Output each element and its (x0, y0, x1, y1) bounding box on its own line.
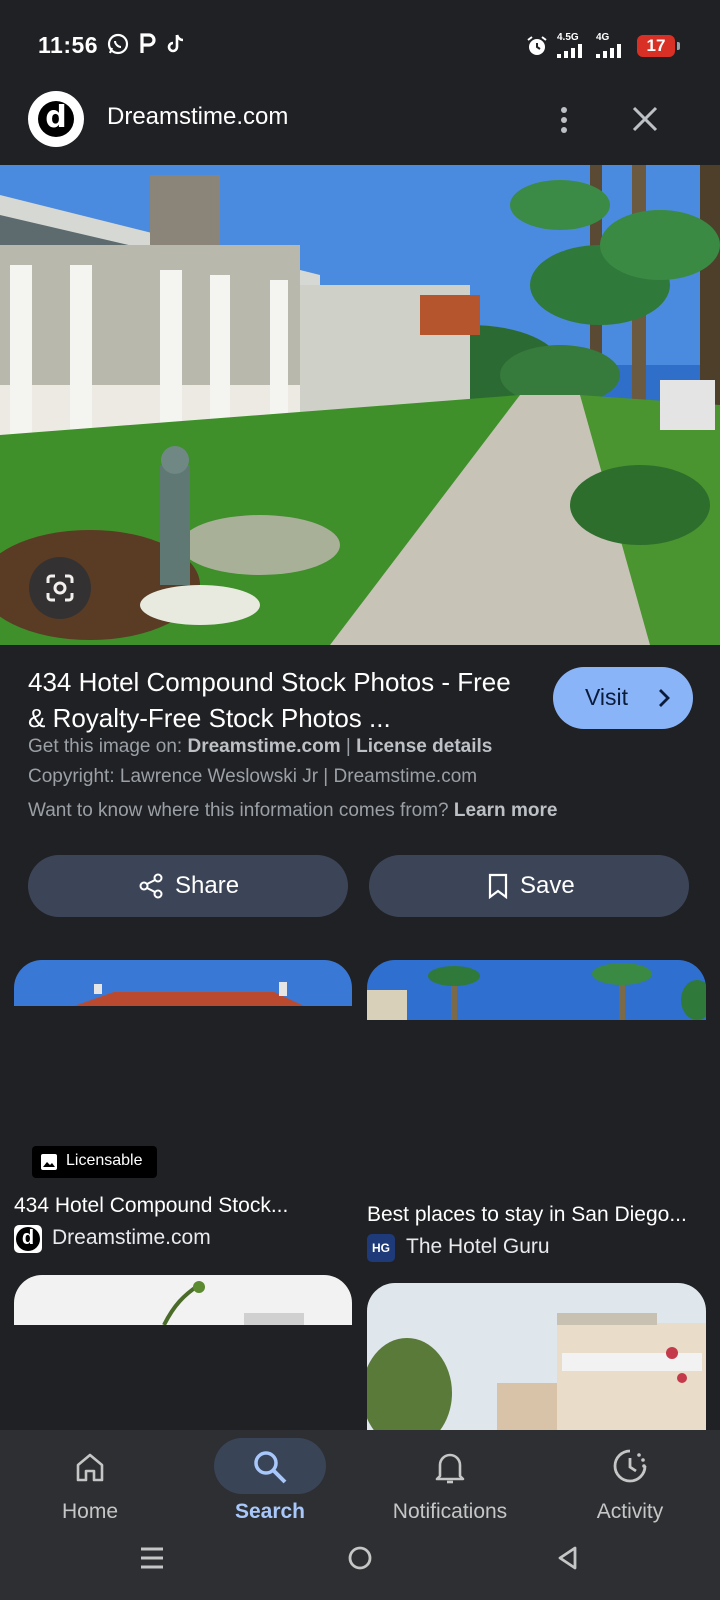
nav-home[interactable]: Home (0, 1430, 180, 1550)
copyright-text: Copyright: Lawrence Weslowski Jr | Dream… (28, 766, 478, 787)
battery-indicator: 17 (637, 35, 680, 57)
source-link[interactable]: Dreamstime.com (187, 736, 340, 757)
nav-search[interactable]: Search (180, 1430, 360, 1550)
more-options-icon[interactable] (552, 102, 576, 138)
share-label: Share (175, 872, 240, 899)
license-details-link[interactable]: License details (356, 736, 492, 757)
image-icon (41, 1154, 57, 1170)
related-title-1[interactable]: 434 Hotel Compound Stock... (14, 1194, 288, 1218)
bookmark-icon (488, 873, 508, 899)
tiktok-icon (167, 34, 184, 53)
related-image-3[interactable] (14, 1275, 352, 1325)
lens-icon (46, 574, 74, 602)
activity-icon (613, 1449, 647, 1483)
status-time: 11:56 (38, 32, 99, 58)
close-icon[interactable] (628, 102, 662, 136)
network-type-2: 4G (596, 32, 610, 43)
get-image-line: Get this image on: Dreamstime.com | Lice… (28, 736, 492, 758)
related-image-1[interactable] (14, 960, 352, 1006)
related-image-2[interactable] (367, 960, 706, 1020)
home-icon (76, 1453, 104, 1482)
main-image[interactable] (0, 165, 720, 645)
visit-label: Visit (585, 684, 629, 710)
chevron-right-icon (659, 689, 670, 707)
share-icon (139, 873, 163, 899)
site-logo: d (28, 91, 84, 147)
home-button-icon[interactable] (347, 1545, 373, 1571)
nav-notifications[interactable]: Notifications (360, 1430, 540, 1550)
alarm-icon (527, 36, 547, 55)
parking-icon (140, 33, 156, 53)
bell-icon (435, 1453, 465, 1484)
result-title[interactable]: 434 Hotel Compound Stock Photos - Free &… (28, 664, 523, 736)
recents-icon[interactable] (139, 1545, 165, 1571)
signal-icon-2 (596, 44, 621, 58)
nav-notifications-label: Notifications (392, 1500, 508, 1523)
site-title: Dreamstime.com (107, 103, 289, 130)
related-image-4[interactable] (367, 1283, 706, 1430)
get-image-prefix: Get this image on: (28, 736, 183, 757)
whatsapp-icon (107, 33, 129, 55)
google-lens-button[interactable] (29, 557, 91, 619)
nav-activity-label: Activity (596, 1500, 664, 1523)
network-type-1: 4.5G (557, 32, 579, 43)
info-question: Want to know where this information come… (28, 800, 449, 821)
search-icon (254, 1451, 287, 1484)
visit-button[interactable]: Visit (553, 667, 693, 729)
hotel-guru-favicon: HG (367, 1234, 395, 1262)
save-button[interactable]: Save (369, 855, 689, 917)
favicon-letter: d (16, 1227, 40, 1251)
site-logo-letter: d (38, 101, 74, 137)
learn-more-link[interactable]: Learn more (454, 800, 557, 821)
bottom-navigation: Home Search Notifications Activity (0, 1430, 720, 1600)
separator: | (345, 736, 351, 757)
nav-home-label: Home (61, 1500, 119, 1523)
back-icon[interactable] (555, 1545, 581, 1571)
nav-search-label: Search (234, 1500, 306, 1523)
share-button[interactable]: Share (28, 855, 348, 917)
save-label: Save (520, 872, 575, 899)
related-source-1[interactable]: Dreamstime.com (52, 1226, 211, 1250)
related-source-2[interactable]: The Hotel Guru (406, 1235, 550, 1259)
licensable-badge: Licensable (32, 1146, 157, 1178)
related-title-2[interactable]: Best places to stay in San Diego... (367, 1203, 687, 1227)
signal-icon (557, 44, 582, 58)
dreamstime-favicon: d (14, 1225, 42, 1253)
info-line: Want to know where this information come… (28, 800, 557, 822)
licensable-label: Licensable (66, 1152, 143, 1169)
nav-activity[interactable]: Activity (540, 1430, 720, 1550)
